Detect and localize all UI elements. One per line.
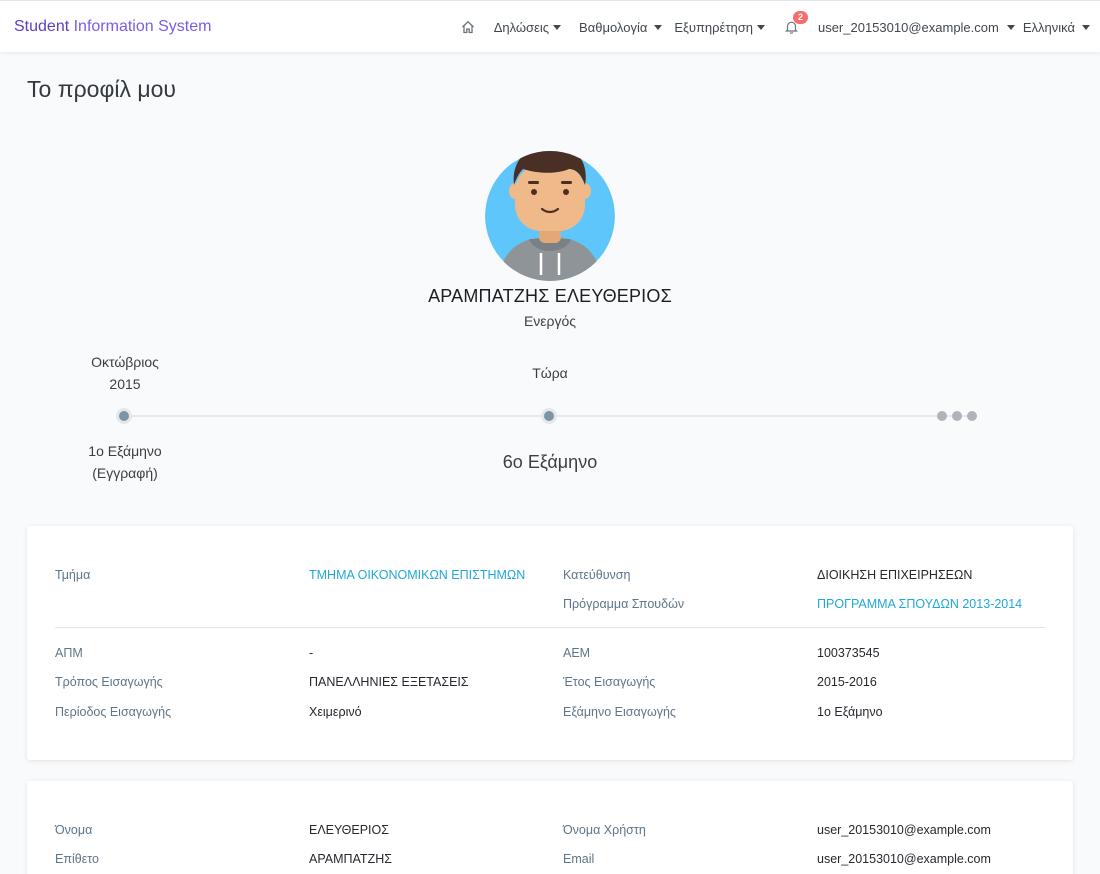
first-name-label: Όνομα bbox=[55, 823, 93, 837]
menu-grades[interactable]: Βαθμολογία bbox=[579, 19, 663, 35]
avatar bbox=[485, 151, 615, 281]
entry-method-value: ΠΑΝΕΛΛΗΝΙΕΣ ΕΞΕΤΑΣΕΙΣ bbox=[309, 675, 469, 689]
navbar-right: Δηλώσεις Βαθμολογία Εξυπηρέτηση 2 user_2… bbox=[443, 1, 1090, 53]
email-value: user_20153010@example.com bbox=[817, 852, 991, 866]
apm-value: - bbox=[309, 646, 314, 660]
program-link[interactable]: ΠΡΟΓΡΑΜΜΑ ΣΠΟΥΔΩΝ 2013-2014 bbox=[817, 597, 1022, 611]
menu-declarations[interactable]: Δηλώσεις bbox=[493, 19, 562, 35]
notifications-badge: 2 bbox=[792, 11, 808, 24]
department-link[interactable]: ΤΜΗΜΑ ΟΙΚΟΝΟΜΙΚΩΝ ΕΠΙΣΤΗΜΩΝ bbox=[309, 568, 525, 582]
timeline-start-semester-name: 1ο Εξάμηνο bbox=[88, 443, 162, 459]
apm-label: ΑΠΜ bbox=[55, 646, 83, 660]
menu-support[interactable]: Εξυπηρέτηση bbox=[674, 20, 765, 35]
language-menu[interactable]: Ελληνικά bbox=[1023, 20, 1090, 35]
student-name: ΑΡΑΜΠΑΤΖΗΣ ΕΛΕΥΘΕΡΙΟΣ bbox=[428, 286, 672, 306]
user-menu[interactable]: user_20153010@example.com bbox=[818, 20, 1015, 35]
aem-label: ΑΕΜ bbox=[563, 646, 591, 660]
direction-label: Κατεύθυνση bbox=[563, 568, 631, 582]
menu-grades-label: Βαθμολογία bbox=[579, 19, 648, 35]
brand-text-part1: Student bbox=[14, 18, 70, 35]
timeline-start-date: Οκτώβριος 2015 bbox=[65, 351, 185, 395]
chevron-down-icon bbox=[756, 24, 765, 30]
brand-text-part2: Information System bbox=[69, 18, 212, 35]
department-label: Τμήμα bbox=[55, 568, 91, 582]
entry-year-label: Έτος Εισαγωγής bbox=[563, 675, 656, 689]
page-title: Το προφίλ μου bbox=[27, 76, 176, 102]
user-email: user_20153010@example.com bbox=[817, 19, 999, 35]
timeline-start-year: 2015 bbox=[109, 376, 141, 392]
language-label: Ελληνικά bbox=[1022, 19, 1075, 35]
first-name-value: ΕΛΕΥΘΕΡΙΟΣ bbox=[309, 823, 389, 837]
program-label: Πρόγραμμα Σπουδών bbox=[563, 597, 685, 611]
last-name-label: Επίθετο bbox=[55, 852, 99, 866]
entry-year-value: 2015-2016 bbox=[817, 675, 877, 689]
top-navbar: Student Information System Δηλώσεις Βαθμ… bbox=[0, 0, 1100, 52]
timeline-start-month: Οκτώβριος bbox=[91, 354, 159, 370]
chevron-down-icon bbox=[1082, 24, 1090, 30]
notifications-button[interactable]: 2 bbox=[785, 11, 808, 34]
timeline-start-semester-note: (Εγγραφή) bbox=[92, 465, 158, 481]
menu-support-label: Εξυπηρέτηση bbox=[674, 19, 753, 35]
study-info-card: Τμήμα ΤΜΗΜΑ ΟΙΚΟΝΟΜΙΚΩΝ ΕΠΙΣΤΗΜΩΝ Κατεύθ… bbox=[27, 526, 1073, 760]
chevron-down-icon bbox=[1006, 24, 1015, 30]
entry-period-label: Περίοδος Εισαγωγής bbox=[55, 705, 172, 719]
timeline-start-dot bbox=[116, 408, 132, 424]
entry-semester-label: Εξάμηνο Εισαγωγής bbox=[563, 705, 676, 719]
personal-info-card: Όνομα ΕΛΕΥΘΕΡΙΟΣ Όνομα Χρήστη user_20153… bbox=[27, 781, 1073, 874]
entry-method-label: Τρόπος Εισαγωγής bbox=[55, 675, 163, 689]
timeline-start-semester: 1ο Εξάμηνο (Εγγραφή) bbox=[65, 440, 185, 484]
direction-value: ΔΙΟΙΚΗΣΗ ΕΠΙΧΕΙΡΗΣΕΩΝ bbox=[817, 568, 973, 582]
username-value: user_20153010@example.com bbox=[817, 823, 991, 837]
timeline-current-semester: 6ο Εξάμηνο bbox=[502, 452, 598, 472]
entry-semester-value: 1ο Εξάμηνο bbox=[817, 705, 883, 719]
home-icon[interactable] bbox=[461, 20, 475, 34]
aem-value: 100373545 bbox=[817, 646, 880, 660]
last-name-value: ΑΡΑΜΠΑΤΖΗΣ bbox=[309, 852, 392, 866]
timeline-now-dot bbox=[541, 408, 557, 424]
timeline-more-dot bbox=[967, 411, 977, 421]
email-label: Email bbox=[563, 852, 595, 866]
chevron-down-icon bbox=[553, 24, 562, 30]
timeline-more-dot bbox=[937, 411, 947, 421]
entry-period-value: Χειμερινό bbox=[309, 705, 362, 719]
brand-logo[interactable]: Student Information System bbox=[14, 18, 211, 36]
student-status: Ενεργός bbox=[523, 313, 577, 329]
menu-declarations-label: Δηλώσεις bbox=[493, 19, 550, 35]
timeline-now-label: Τώρα bbox=[532, 365, 568, 381]
username-label: Όνομα Χρήστη bbox=[563, 823, 646, 837]
chevron-down-icon bbox=[654, 24, 663, 30]
timeline-more-dot bbox=[952, 411, 962, 421]
card-divider bbox=[55, 627, 1045, 628]
